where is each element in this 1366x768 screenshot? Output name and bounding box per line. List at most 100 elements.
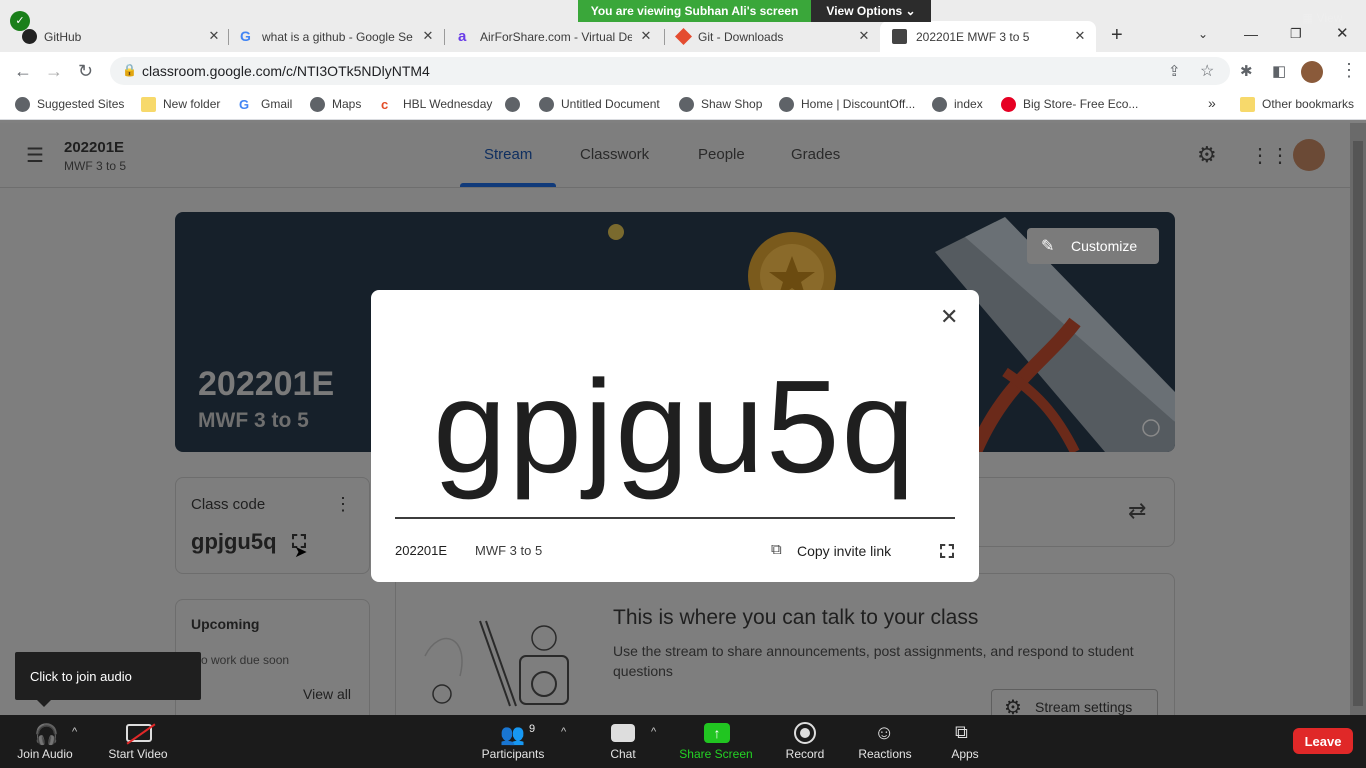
restore-icon[interactable]: ❐	[1290, 26, 1302, 42]
record-icon[interactable]	[794, 722, 816, 744]
upcoming-text: o work due soon	[201, 653, 290, 667]
close-icon[interactable]: ✕	[206, 28, 222, 44]
apps-icon[interactable]: ⧉	[955, 722, 968, 743]
mouse-cursor-icon: ➤	[294, 544, 308, 561]
close-icon[interactable]: ✕	[856, 28, 872, 44]
hamburger-menu-icon[interactable]: ☰	[26, 143, 44, 168]
info-icon[interactable]	[1141, 418, 1161, 438]
fullscreen-icon[interactable]	[940, 544, 954, 558]
tab-git-downloads[interactable]: Git - Downloads ✕	[675, 21, 872, 52]
stream-heading: This is where you can talk to your class	[613, 606, 979, 629]
bookmark-other-bookmarks[interactable]: Other bookmarks	[1240, 97, 1354, 112]
view-options-button[interactable]: View Options ⌄	[811, 0, 931, 22]
tab-search-chevron-icon[interactable]: ⌄	[1198, 27, 1208, 41]
bookmark-untitled-document[interactable]: Untitled Document	[539, 97, 660, 112]
bookmark-shaw-shop[interactable]: Shaw Shop	[679, 97, 762, 112]
apps-button[interactable]: Apps	[946, 747, 984, 761]
upcoming-title: Upcoming	[191, 616, 260, 632]
tab-classroom[interactable]: 202201E MWF 3 to 5 ✕	[880, 21, 1096, 52]
customize-button[interactable]: ✎ Customize	[1027, 228, 1159, 264]
profile-avatar[interactable]	[1301, 61, 1323, 83]
share-screen-icon[interactable]: ↑	[704, 723, 730, 743]
start-video-button[interactable]: Start Video	[102, 747, 174, 761]
close-icon[interactable]: ✕	[1072, 28, 1088, 44]
video-off-icon[interactable]	[126, 723, 156, 745]
record-button[interactable]: Record	[780, 747, 830, 761]
chat-options-chevron-icon[interactable]: ^	[651, 726, 656, 738]
class-name[interactable]: 202201E	[64, 139, 124, 156]
url-field[interactable]: 🔒 classroom.google.com/c/NTI3OTk5NDlyNTM…	[110, 57, 1230, 85]
join-audio-tooltip: Click to join audio	[15, 652, 201, 700]
scrollbar-thumb[interactable]	[1353, 141, 1363, 706]
tab-github[interactable]: GitHub ✕	[22, 21, 222, 52]
more-bookmarks-icon[interactable]: »	[1208, 95, 1216, 111]
chat-icon[interactable]	[611, 724, 635, 742]
class-code-menu-icon[interactable]: ⋮	[334, 494, 352, 515]
bookmark-suggested-sites[interactable]: Suggested Sites	[15, 97, 124, 112]
banner-class-title: 202201E	[198, 365, 335, 403]
airforshare-icon: a	[458, 28, 467, 45]
tab-people[interactable]: People	[698, 146, 745, 163]
bookmark-star-icon[interactable]: ☆	[1200, 61, 1214, 81]
repost-icon[interactable]: ⇄	[1128, 498, 1146, 524]
page-scrollbar[interactable]	[1350, 123, 1366, 715]
class-code-label: Class code	[191, 496, 266, 513]
globe-icon	[310, 97, 325, 112]
tab-classwork[interactable]: Classwork	[580, 146, 649, 163]
globe-icon	[779, 97, 794, 112]
new-tab-icon[interactable]: +	[1111, 24, 1123, 47]
share-screen-button[interactable]: Share Screen	[676, 747, 756, 761]
folder-icon	[1240, 97, 1255, 112]
reactions-icon[interactable]: ☺	[874, 722, 894, 745]
back-icon[interactable]: ←	[14, 61, 32, 82]
view-all-link[interactable]: View all	[303, 686, 351, 702]
reactions-button[interactable]: Reactions	[854, 747, 916, 761]
share-icon[interactable]: ⇪	[1168, 62, 1181, 80]
participants-icon[interactable]: 👥	[500, 722, 525, 747]
tab-google-search[interactable]: G what is a github - Google Se ✕	[240, 21, 436, 52]
tab-stream[interactable]: Stream	[484, 146, 532, 163]
class-code-dialog: ✕ gpjgu5q 202201E MWF 3 to 5 ⧉ Copy invi…	[371, 290, 979, 582]
copy-icon: ⧉	[771, 541, 782, 558]
bookmark-discountoff[interactable]: Home | DiscountOff...	[779, 97, 915, 112]
bookmark-index[interactable]: index	[932, 97, 983, 112]
close-icon[interactable]: ✕	[420, 28, 436, 44]
active-tab-indicator	[460, 183, 556, 187]
github-icon	[22, 29, 37, 44]
tab-grades[interactable]: Grades	[791, 146, 840, 163]
window-close-icon[interactable]: ✕	[1336, 24, 1349, 42]
settings-gear-icon[interactable]: ⚙	[1197, 142, 1217, 168]
tab-divider	[444, 29, 445, 45]
menu-kebab-icon[interactable]: ⋮	[1340, 60, 1358, 81]
class-section: MWF 3 to 5	[64, 159, 127, 173]
reload-icon[interactable]: ↻	[78, 61, 93, 82]
pinterest-icon	[1001, 97, 1016, 112]
audio-options-chevron-icon[interactable]: ^	[72, 726, 77, 738]
google-icon: G	[240, 28, 251, 44]
participants-button[interactable]: Participants	[476, 747, 550, 761]
minimize-icon[interactable]: —	[1244, 26, 1258, 42]
side-panel-icon[interactable]: ◧	[1272, 62, 1286, 80]
close-icon[interactable]: ✕	[940, 304, 958, 330]
folder-icon	[141, 97, 156, 112]
copy-invite-link-button[interactable]: ⧉ Copy invite link	[771, 540, 911, 562]
account-avatar[interactable]	[1293, 139, 1325, 171]
close-icon[interactable]: ✕	[638, 28, 654, 44]
bookmark-big-store[interactable]: Big Store- Free Eco...	[1001, 97, 1138, 112]
leave-button[interactable]: Leave	[1293, 728, 1353, 754]
chat-button[interactable]: Chat	[600, 747, 646, 761]
tab-airforshare[interactable]: a AirForShare.com - Virtual De ✕	[458, 21, 654, 52]
join-audio-button[interactable]: Join Audio	[12, 747, 78, 761]
bookmark-maps[interactable]: Maps	[310, 97, 361, 112]
headphones-icon[interactable]: 🎧	[34, 722, 59, 747]
participants-options-chevron-icon[interactable]: ^	[561, 726, 566, 738]
forward-icon[interactable]: →	[45, 61, 63, 82]
extensions-icon[interactable]: ✱	[1240, 62, 1253, 80]
bookmark-hbl-wednesday[interactable]: c HBL Wednesday	[381, 97, 492, 112]
bookmark-new-folder[interactable]: New folder	[141, 97, 220, 112]
tab-divider	[228, 29, 229, 45]
stream-illustration	[424, 620, 569, 707]
zoom-view-button[interactable]: ▦ View	[1302, 11, 1342, 25]
tooltip-arrow	[37, 700, 51, 707]
bookmark-gmail[interactable]: G Gmail	[239, 97, 292, 112]
